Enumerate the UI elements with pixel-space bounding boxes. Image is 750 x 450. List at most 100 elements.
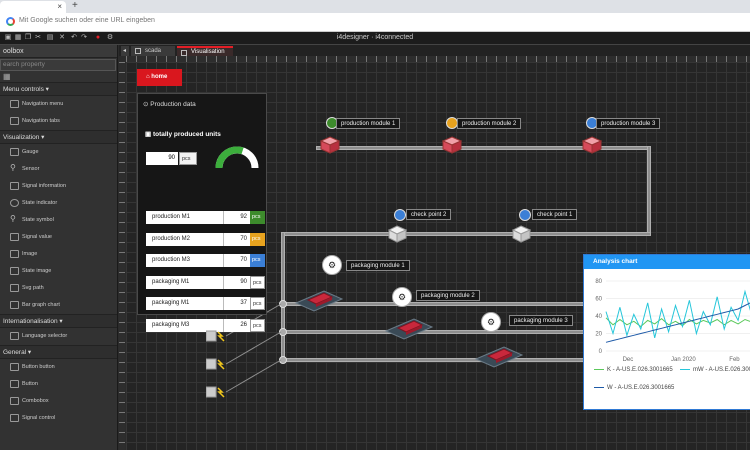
control-icon [10, 233, 19, 241]
toolbox-item[interactable]: Signal information [0, 178, 117, 195]
editor-tabs: ◂ scada Visualisation [119, 45, 750, 56]
analysis-chart-panel[interactable]: Analysis chart 0 20 40 60 80 Dec Jan 2020 Feb K… [583, 254, 750, 410]
toolbox-item-label: Svg path [22, 285, 44, 291]
production-row-value: 92 [223, 211, 250, 224]
toolbox-item[interactable]: State indicator [0, 195, 117, 212]
chart-series-line [605, 317, 750, 328]
browser-tab[interactable]: × [0, 1, 66, 13]
control-icon [10, 332, 19, 340]
control-icon [10, 267, 19, 275]
toolbox-item-label: Button button [22, 364, 55, 370]
toolbox-item-label: Signal control [22, 415, 56, 421]
tab-visualisation[interactable]: Visualisation [177, 46, 233, 56]
toolbox-item[interactable]: Bar graph chart [0, 297, 117, 314]
production-module-cube[interactable] [320, 136, 340, 154]
production-row-label: production M3 [146, 254, 223, 267]
app-title: i4designer · i4connected [336, 34, 414, 41]
control-icon [10, 148, 19, 156]
address-placeholder[interactable]: Mit Google suchen oder eine URL eingeben [19, 17, 155, 24]
production-row-unit: pcs [250, 275, 265, 289]
toolbox-item-label: Navigation tabs [22, 118, 60, 124]
legend-label: mW - A-US.E.026.300 [693, 367, 750, 373]
production-data-panel[interactable]: ⊙ Production data ▣ totally produced uni… [137, 93, 267, 332]
legend-swatch [680, 368, 690, 370]
production-row-value: 70 [223, 232, 250, 246]
production-row-value: 90 [223, 275, 250, 289]
toolbox-item[interactable]: Navigation tabs [0, 113, 117, 130]
robot-arm-icon: ⚙ [481, 312, 501, 332]
sensor-icon[interactable] [206, 358, 226, 370]
toolbox-item-label: Image [22, 251, 38, 257]
home-button[interactable]: ⌂ home [137, 69, 182, 86]
analysis-chart-title: Analysis chart [584, 255, 750, 269]
toolbox-item[interactable]: Svg path [0, 280, 117, 297]
packaging-conveyor[interactable] [294, 287, 344, 313]
address-bar[interactable]: Mit Google suchen oder eine URL eingeben [0, 13, 750, 32]
toolbox-item[interactable]: Signal control [0, 410, 117, 427]
control-icon [10, 380, 19, 388]
legend-entry[interactable]: K - A-US.E.026.3001665 [594, 367, 673, 373]
tab-scroll-left[interactable]: ◂ [121, 46, 129, 56]
toolbox-item[interactable]: Signal value [0, 229, 117, 246]
new-tab-button[interactable]: + [72, 0, 78, 11]
toolbox-category[interactable]: Visualization ▾ [0, 130, 117, 144]
toolbox-category[interactable]: Menu controls ▾ [0, 82, 117, 96]
toolbox-item-label: Language selector [22, 333, 68, 339]
production-row-unit: pcs [250, 318, 265, 332]
tab-scada[interactable]: scada [131, 46, 175, 56]
toolbox-item[interactable]: Combobox [0, 393, 117, 410]
toolbox-item-label: State symbol [22, 217, 54, 223]
legend-swatch [594, 368, 604, 370]
packaging-conveyor[interactable] [474, 343, 524, 369]
close-tab-icon[interactable]: × [57, 2, 62, 11]
toolbox-item[interactable]: ⚲ State symbol [0, 212, 117, 229]
checkpoint-label: check point 1 [532, 209, 578, 220]
analysis-line-chart: 0 20 40 60 80 Dec Jan 2020 Feb [595, 279, 750, 363]
production-module-cube[interactable] [442, 136, 462, 154]
legend-entry[interactable]: mW - A-US.E.026.300 [680, 367, 750, 373]
production-module-cube[interactable] [582, 136, 602, 154]
design-canvas[interactable]: ⌂ home ⊙ Production data ▣ totally produ… [126, 62, 750, 450]
total-units-unit: pcs [179, 152, 197, 165]
legend-entry[interactable]: W - A-US.E.026.3001665 [594, 385, 674, 391]
toolbox-item[interactable]: Button button [0, 359, 117, 376]
control-icon [10, 414, 19, 422]
toolbox-item[interactable]: Button [0, 376, 117, 393]
production-row-value: 70 [223, 254, 250, 267]
packaging-conveyor[interactable] [384, 315, 434, 341]
toolbox-item[interactable]: Navigation menu [0, 96, 117, 113]
production-row: production M1 92 pcs [146, 211, 265, 224]
checkpoint-box[interactable] [512, 225, 531, 243]
toolbox-search-input[interactable]: earch property [0, 59, 116, 71]
toolbox-item[interactable]: Gauge [0, 144, 117, 161]
control-icon [10, 301, 19, 309]
control-icon [10, 363, 19, 371]
toolbox-item[interactable]: Language selector [0, 328, 117, 345]
production-title-text: Production data [150, 101, 196, 108]
robot-arm-icon: ⚙ [322, 255, 342, 275]
toolbox-category[interactable]: General ▾ [0, 345, 117, 359]
sensor-icon[interactable] [206, 330, 226, 342]
sensor-icon[interactable] [206, 386, 226, 398]
production-subtitle-text: totally produced units [152, 131, 221, 138]
vertical-ruler [119, 62, 125, 450]
toolbox-item[interactable]: State image [0, 263, 117, 280]
toolbox-item[interactable]: ⚲ Sensor [0, 161, 117, 178]
production-row-unit: pcs [250, 232, 265, 246]
control-icon [10, 117, 19, 125]
toolbox-item[interactable]: Image [0, 246, 117, 263]
y-tick-label: 80 [595, 279, 602, 285]
control-icon: ⚲ [10, 163, 16, 172]
tab-label: scada [145, 48, 162, 54]
production-row-label: production M1 [146, 211, 223, 224]
module-label: production module 1 [336, 118, 401, 129]
y-tick-label: 40 [595, 314, 602, 320]
control-icon [10, 182, 19, 190]
production-row-unit: pcs [250, 211, 265, 224]
checkpoint-box[interactable] [388, 225, 407, 243]
checkpoint-status-indicator [394, 209, 406, 221]
grid-view-icon[interactable]: ▦ [0, 72, 117, 82]
toolbox-category[interactable]: Internationalisation ▾ [0, 314, 117, 328]
production-row: production M2 70 pcs [146, 232, 265, 246]
packaging-module-label: packaging module 1 [346, 260, 410, 271]
